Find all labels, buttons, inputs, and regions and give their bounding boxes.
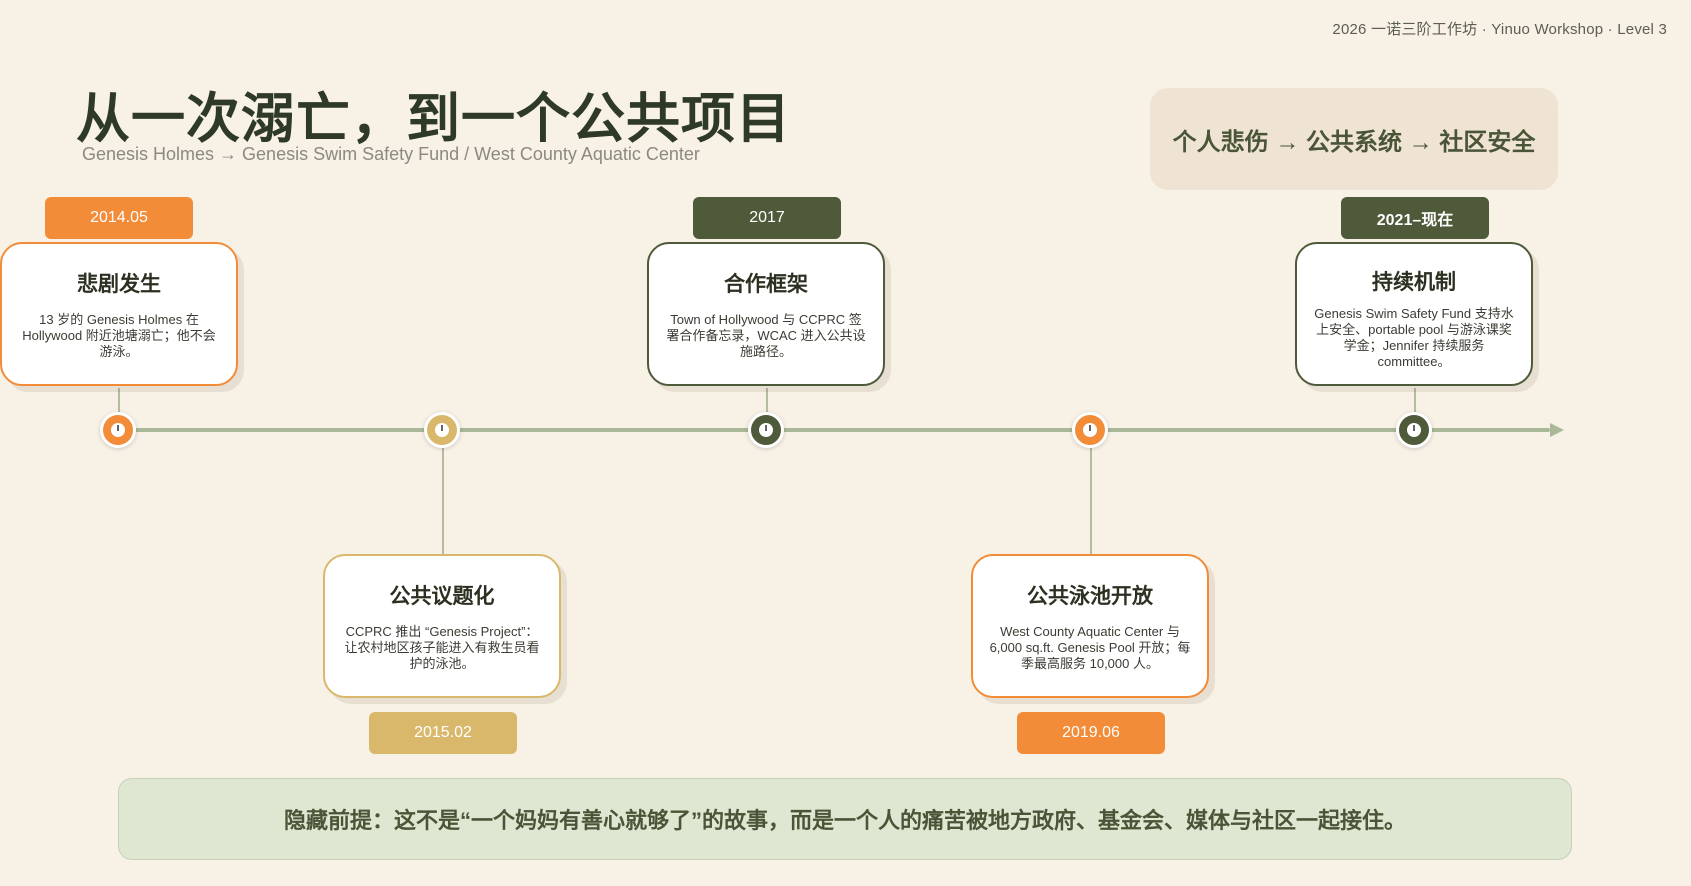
event-description: Town of Hollywood 与 CCPRC 签署合作备忘录，WCAC 进… [666,312,866,359]
event-card: 持续机制 Genesis Swim Safety Fund 支持水上安全、por… [1295,242,1533,386]
event-title: 合作框架 [724,273,808,296]
clock-icon [1083,423,1097,437]
event-date-pill: 2021–现在 [1341,197,1489,239]
timeline-node [424,412,460,448]
event-date-pill: 2015.02 [369,712,517,754]
clock-icon [1407,423,1421,437]
timeline-node [100,412,136,448]
timeline-axis [118,428,1550,432]
timeline-node [1396,412,1432,448]
header-meta: 2026 一诺三阶工作坊 · Yinuo Workshop · Level 3 [1332,21,1667,38]
event-card: 合作框架 Town of Hollywood 与 CCPRC 签署合作备忘录，W… [647,242,885,386]
page-title: 从一次溺亡，到一个公共项目 [76,89,791,149]
event-title: 持续机制 [1372,271,1456,294]
event-description: 13 岁的 Genesis Holmes 在 Hollywood 附近池塘溺亡；… [22,312,216,359]
timeline-node [1072,412,1108,448]
connector-line [442,430,444,555]
event-title: 悲剧发生 [77,273,161,296]
event-card: 公共泳池开放 West County Aquatic Center 与 6,00… [971,554,1209,698]
event-title: 公共泳池开放 [1027,585,1153,608]
clock-icon [111,423,125,437]
event-date-pill: 2017 [693,197,841,239]
event-description: West County Aquatic Center 与 6,000 sq.ft… [989,624,1191,671]
premise-box: 隐藏前提：这不是“一个妈妈有善心就够了”的故事，而是一个人的痛苦被地方政府、基金… [118,778,1572,860]
event-card: 公共议题化 CCPRC 推出 “Genesis Project”：让农村地区孩子… [323,554,561,698]
timeline-node [748,412,784,448]
tagline-box: 个人悲伤 → 公共系统 → 社区安全 [1150,88,1558,190]
timeline-arrow-icon [1550,423,1564,437]
connector-line [1090,430,1092,555]
clock-icon [759,423,773,437]
event-title: 公共议题化 [389,585,495,608]
event-date-pill: 2014.05 [45,197,193,239]
event-date-pill: 2019.06 [1017,712,1165,754]
page-subtitle: Genesis Holmes → Genesis Swim Safety Fun… [82,144,700,164]
event-description: Genesis Swim Safety Fund 支持水上安全、portable… [1314,306,1514,369]
event-card: 悲剧发生 13 岁的 Genesis Holmes 在 Hollywood 附近… [0,242,238,386]
clock-icon [435,423,449,437]
event-description: CCPRC 推出 “Genesis Project”：让农村地区孩子能进入有救生… [344,624,540,671]
